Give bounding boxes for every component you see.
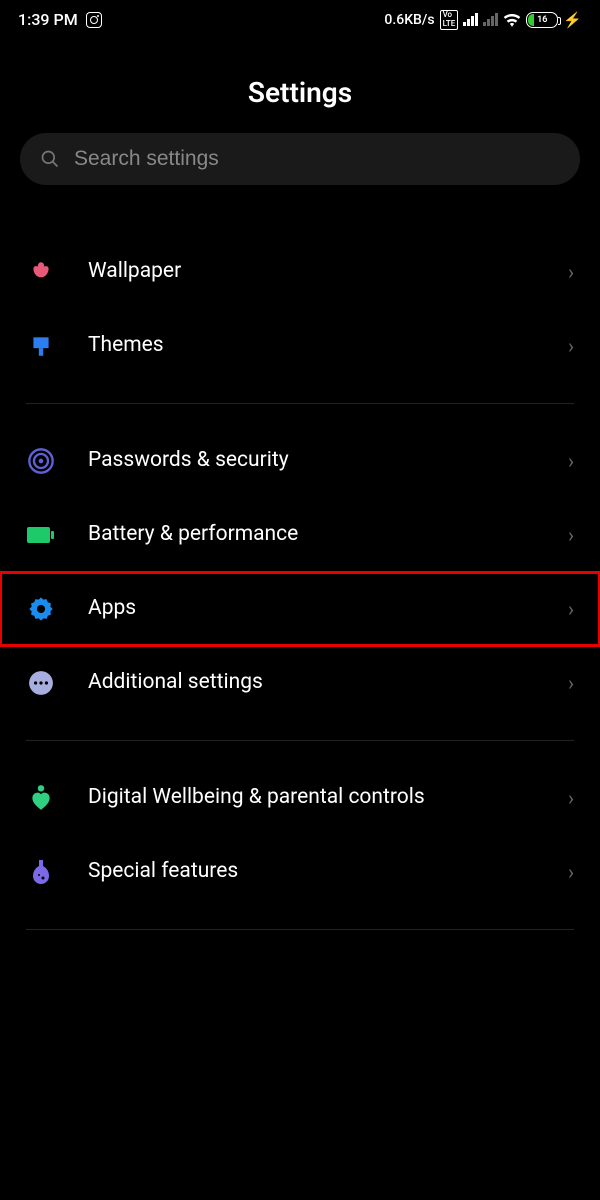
status-time: 1:39 PM — [18, 10, 78, 29]
signal-sim2-icon — [483, 13, 498, 26]
gear-icon — [26, 594, 56, 624]
settings-item-label: Battery & performance — [88, 521, 536, 548]
signal-icon — [463, 13, 478, 26]
chevron-right-icon: › — [568, 860, 574, 884]
chevron-right-icon: › — [568, 671, 574, 695]
divider — [26, 929, 574, 930]
settings-item-themes[interactable]: Themes › — [0, 309, 600, 383]
settings-list: Wallpaper › Themes › Passwords & securit… — [0, 185, 600, 930]
battery-icon: 16 — [526, 12, 558, 28]
wifi-icon — [503, 13, 521, 27]
heart-person-icon — [26, 783, 56, 813]
tulip-icon — [26, 257, 56, 287]
settings-item-wallpaper[interactable]: Wallpaper › — [0, 235, 600, 309]
settings-item-label: Additional settings — [88, 669, 536, 696]
chevron-right-icon: › — [568, 597, 574, 621]
network-speed: 0.6KB/s — [384, 12, 434, 28]
dots-icon — [26, 668, 56, 698]
volte-icon: VoLTE — [440, 10, 459, 30]
settings-item-special[interactable]: Special features › — [0, 835, 600, 909]
search-icon — [40, 149, 60, 169]
divider — [26, 740, 574, 741]
settings-item-security[interactable]: Passwords & security › — [0, 424, 600, 498]
chevron-right-icon: › — [568, 523, 574, 547]
settings-item-label: Digital Wellbeing & parental controls — [88, 784, 536, 811]
battery-icon — [26, 520, 56, 550]
status-bar: 1:39 PM 0.6KB/s VoLTE 16 ⚡ — [0, 0, 600, 38]
settings-item-label: Passwords & security — [88, 447, 536, 474]
settings-item-label: Apps — [88, 595, 536, 622]
settings-item-apps[interactable]: Apps › — [0, 572, 600, 646]
search-bar[interactable] — [20, 133, 580, 185]
chevron-right-icon: › — [568, 449, 574, 473]
chevron-right-icon: › — [568, 786, 574, 810]
settings-item-label: Themes — [88, 332, 536, 359]
page-title: Settings — [0, 38, 600, 133]
fingerprint-icon — [26, 446, 56, 476]
chevron-right-icon: › — [568, 334, 574, 358]
settings-item-additional[interactable]: Additional settings › — [0, 646, 600, 720]
search-input[interactable] — [74, 147, 560, 171]
divider — [26, 403, 574, 404]
settings-item-label: Wallpaper — [88, 258, 536, 285]
brush-icon — [26, 331, 56, 361]
chevron-right-icon: › — [568, 260, 574, 284]
settings-item-battery[interactable]: Battery & performance › — [0, 498, 600, 572]
charging-icon: ⚡ — [563, 11, 582, 29]
instagram-icon — [86, 12, 102, 28]
settings-item-wellbeing[interactable]: Digital Wellbeing & parental controls › — [0, 761, 600, 835]
settings-item-label: Special features — [88, 858, 536, 885]
flask-icon — [26, 857, 56, 887]
